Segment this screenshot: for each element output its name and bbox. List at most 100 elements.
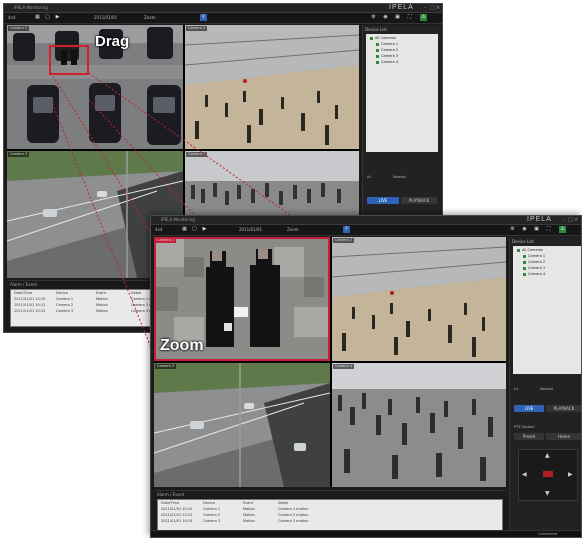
device-tree: All Cameras Camera 1 Camera 2 Camera 3 C…	[513, 246, 581, 374]
ptz-pad[interactable]: ▲ ▼ ◀ ▶	[518, 449, 578, 501]
folder-icon[interactable]: ▣	[533, 226, 540, 233]
tree-item-camera-4[interactable]: Camera 4	[523, 272, 545, 277]
settings-icon[interactable]: ⚙	[509, 226, 516, 233]
tree-item-camera-2[interactable]: Camera 2	[523, 260, 545, 265]
cell: Camera 3	[56, 309, 74, 313]
grid-icon[interactable]: ▦	[181, 226, 188, 233]
sequence-icon[interactable]: ▶	[54, 14, 61, 21]
tree-root[interactable]: All Cameras	[517, 248, 543, 253]
monitor-window-front: IPELA Monitoring IPELA – □ × 4x4 ▦ ▢ ▶ 2…	[150, 215, 582, 538]
camera-label: Camera 1	[8, 26, 30, 31]
cell: Motion	[96, 297, 108, 301]
digital-zoom-icon[interactable]: ⚲	[343, 226, 350, 233]
camera-view-1[interactable]: Camera 1 Drag	[7, 25, 183, 149]
cell: Motion	[243, 507, 255, 511]
camera-icon[interactable]: ◉	[521, 226, 528, 233]
zoom-mode-button[interactable]: Zoom	[144, 14, 156, 22]
fullscreen-icon[interactable]: ⛶	[545, 226, 552, 233]
table-row[interactable]: 2011/01/01 10:10 Camera 1 Motion Camera …	[158, 507, 502, 527]
cell: Camera 1	[56, 297, 74, 301]
cell: 2011/01/01 10:12	[14, 303, 46, 307]
close-icon[interactable]: ×	[574, 217, 578, 223]
tree-item-camera-3[interactable]: Camera 3	[376, 54, 398, 59]
digital-zoom-icon[interactable]: ⚲	[200, 14, 207, 21]
maximize-icon[interactable]: □	[568, 217, 573, 223]
panel-title: Device List	[365, 27, 387, 32]
single-view-icon[interactable]: ▢	[44, 14, 51, 21]
cell: 2011/01/01 10:12	[161, 513, 193, 517]
layout-select[interactable]: 4x4	[8, 14, 15, 22]
column-header: Detail	[131, 291, 142, 295]
single-view-icon[interactable]: ▢	[191, 226, 198, 233]
alarm-icon[interactable]: ⚠	[420, 14, 427, 21]
layout-select[interactable]: 4x4	[155, 226, 162, 234]
arrow-left-icon[interactable]: ◀	[522, 471, 527, 478]
time-display: 2011/01/01	[94, 15, 118, 20]
fullscreen-icon[interactable]: ⛶	[406, 14, 413, 21]
cell: Motion	[96, 303, 108, 307]
folder-icon[interactable]: ▣	[394, 14, 401, 21]
brand-logo: IPELA	[389, 4, 414, 11]
column-header: Date/Time	[161, 501, 180, 505]
drag-selection-box[interactable]	[49, 45, 89, 75]
tree-item-camera-1[interactable]: Camera 1	[376, 42, 398, 47]
column-header: Device	[203, 501, 215, 505]
tree-item-camera-2[interactable]: Camera 2	[376, 48, 398, 53]
panel-title: Device List	[512, 239, 534, 244]
toolbar: 4x4 ▦ ▢ ▶ 2011/01/01 Zoom ⚲ ⚙ ◉ ▣ ⛶ ⚠	[4, 13, 442, 24]
home-button[interactable]: Home	[546, 433, 581, 440]
camera-view-3[interactable]: Camera 3	[154, 363, 330, 487]
cell: 2011/01/01 10:10	[161, 507, 193, 511]
window-title: IPELA Monitoring	[14, 5, 48, 10]
alarm-icon[interactable]: ⚠	[559, 226, 566, 233]
column-header: Date/Time	[14, 291, 33, 295]
close-icon[interactable]: ×	[436, 5, 440, 11]
ptz-center[interactable]	[543, 471, 553, 477]
playback-button[interactable]: PLAYBACK	[546, 405, 581, 412]
cell: Motion	[243, 519, 255, 523]
column-header: Event	[243, 501, 254, 505]
live-button[interactable]: LIVE	[514, 405, 544, 412]
grid-icon[interactable]: ▦	[34, 14, 41, 21]
title-bar: IPELA Monitoring IPELA – □ ×	[4, 4, 442, 13]
camera-label: Camera 3	[155, 364, 177, 369]
camera-view-1[interactable]: Camera 1 Zoom	[154, 237, 330, 361]
tree-item-camera-4[interactable]: Camera 4	[376, 60, 398, 65]
minimize-icon[interactable]: –	[424, 5, 427, 11]
settings-icon[interactable]: ⚙	[370, 14, 377, 21]
camera-view-2[interactable]: Camera 2	[332, 237, 506, 361]
tree-item-camera-1[interactable]: Camera 1	[523, 254, 545, 259]
camera-label: Camera 4	[186, 152, 208, 157]
minimize-icon[interactable]: –	[562, 217, 565, 223]
arrow-right-icon[interactable]: ▶	[568, 471, 573, 478]
mode-label: Normal	[393, 175, 406, 179]
log-title: Alarm / Event	[157, 492, 185, 497]
cell: 2011/01/01 10:15	[14, 309, 46, 313]
device-panel: Device List All Cameras Camera 1 Camera …	[509, 237, 581, 533]
mode-label: Normal	[540, 387, 553, 391]
maximize-icon[interactable]: □	[430, 5, 435, 11]
zoom-mode-button[interactable]: Zoom	[287, 226, 299, 234]
camera-view-2[interactable]: Camera 2	[185, 25, 359, 149]
status-bar: Connected	[151, 530, 581, 537]
window-title: IPELA Monitoring	[161, 217, 195, 222]
camera-icon[interactable]: ◉	[382, 14, 389, 21]
sequence-icon[interactable]: ▶	[201, 226, 208, 233]
playback-button[interactable]: PLAYBACK	[401, 197, 437, 204]
cell: 2011/01/01 10:15	[161, 519, 193, 523]
arrow-up-icon[interactable]: ▲	[545, 452, 550, 459]
tree-item-camera-3[interactable]: Camera 3	[523, 266, 545, 271]
column-header: Event	[96, 291, 107, 295]
log-title: Alarm / Event	[10, 282, 38, 287]
camera-label: Camera 3	[8, 152, 30, 157]
status-text: Connected	[538, 532, 557, 536]
event-log-panel: Alarm / Event Date/Time Device Event Det…	[154, 490, 506, 533]
tree-root[interactable]: All Cameras	[370, 36, 396, 41]
column-header: Device	[56, 291, 68, 295]
camera-label: Camera 2	[186, 26, 208, 31]
preset-button[interactable]: Preset	[514, 433, 544, 440]
arrow-down-icon[interactable]: ▼	[545, 490, 550, 497]
cell: Camera 2	[56, 303, 74, 307]
camera-view-4[interactable]: Camera 4	[332, 363, 506, 487]
live-button[interactable]: LIVE	[367, 197, 399, 204]
